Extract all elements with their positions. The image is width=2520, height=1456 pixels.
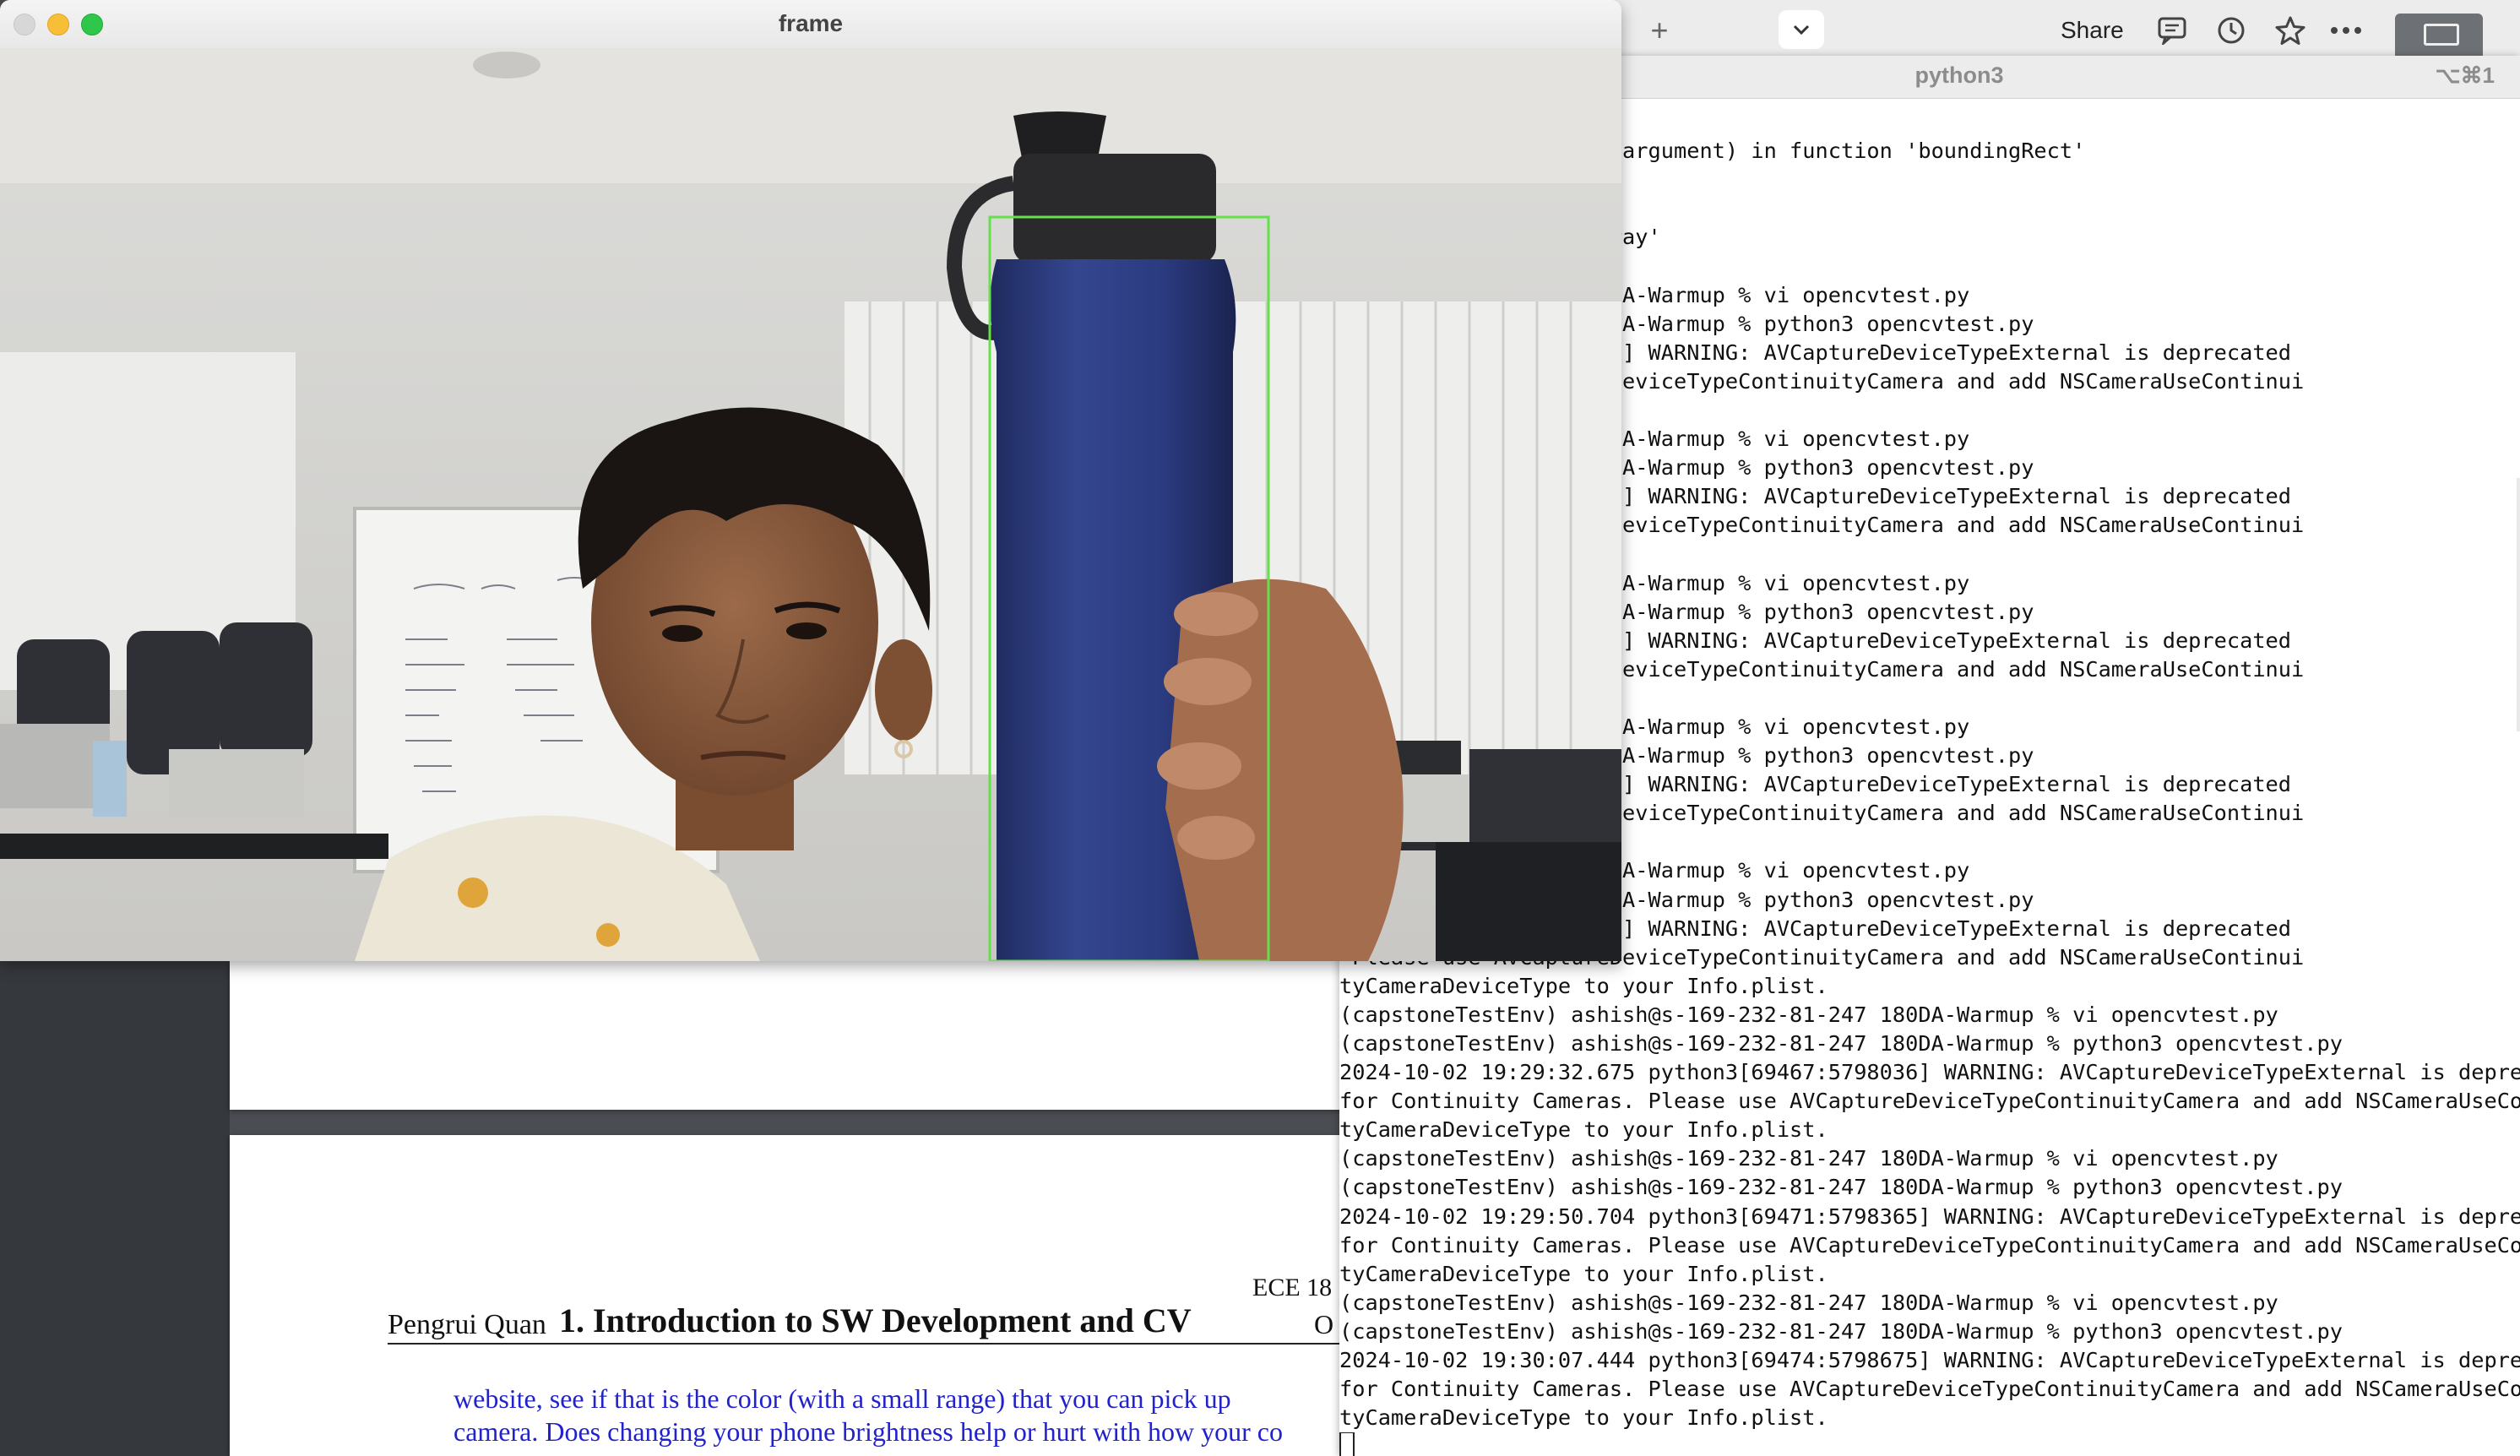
frame-titlebar[interactable]: frame	[0, 0, 1621, 49]
terminal-line: (capstoneTestEnv) ashish@s-169-232-81-24…	[1339, 1031, 2343, 1056]
terminal-prompt-line[interactable]	[1339, 1432, 2520, 1456]
terminal-line: (capstoneTestEnv) ashish@s-169-232-81-24…	[1339, 1175, 2343, 1200]
terminal-line: 2024-10-02 19:29:50.704 python3[69471:57…	[1339, 1203, 2520, 1229]
camera-frame	[0, 48, 1621, 961]
frame-window[interactable]: frame	[0, 0, 1621, 961]
tab-overview-button[interactable]	[1779, 10, 1824, 49]
window-icon	[2424, 24, 2459, 46]
history-icon[interactable]	[2213, 14, 2250, 47]
document-section-title: 1. Introduction to SW Development and CV	[559, 1301, 1192, 1339]
terminal-line: tyCameraDeviceType to your Info.plist.	[1339, 1117, 1828, 1143]
share-button[interactable]: Share	[2061, 14, 2124, 47]
terminal-line: for Continuity Cameras. Please use AVCap…	[1339, 1232, 2520, 1258]
terminal-line: (capstoneTestEnv) ashish@s-169-232-81-24…	[1339, 1318, 2343, 1344]
terminal-line: tyCameraDeviceType to your Info.plist.	[1339, 1405, 1828, 1431]
terminal-cursor	[1339, 1432, 1355, 1456]
comment-icon[interactable]	[2153, 14, 2191, 47]
terminal-line: (capstoneTestEnv) ashish@s-169-232-81-24…	[1339, 1290, 2278, 1315]
chevron-down-icon	[1793, 24, 1810, 35]
document-body-line: website, see if that is the color (with …	[453, 1383, 1231, 1414]
terminal-line: tyCameraDeviceType to your Info.plist.	[1339, 973, 1828, 998]
terminal-shortcut: ⌥⌘1	[2435, 62, 2495, 88]
star-icon[interactable]	[2272, 14, 2309, 47]
terminal-line: 2024-10-02 19:30:07.444 python3[69474:57…	[1339, 1348, 2520, 1373]
terminal-line: tyCameraDeviceType to your Info.plist.	[1339, 1261, 1828, 1286]
terminal-line: (capstoneTestEnv) ashish@s-169-232-81-24…	[1339, 1146, 2278, 1171]
terminal-line: (capstoneTestEnv) ashish@s-169-232-81-24…	[1339, 1002, 2278, 1027]
document-author: Pengrui Quan	[388, 1309, 546, 1340]
document-page	[230, 961, 1412, 1110]
terminal-line: 2024-10-02 19:29:32.675 python3[69467:57…	[1339, 1060, 2520, 1085]
frame-title: frame	[778, 10, 844, 36]
document-header-extra: O	[1314, 1309, 1334, 1339]
terminal-scrollbar[interactable]	[2517, 478, 2520, 731]
document-sidebar	[0, 961, 230, 1456]
more-icon[interactable]	[2327, 14, 2365, 47]
terminal-line: for Continuity Cameras. Please use AVCap…	[1339, 1377, 2520, 1402]
document-header-rule	[388, 1343, 1350, 1345]
new-tab-button[interactable]: +	[1638, 13, 1681, 47]
document-course-header: ECE 18	[1252, 1274, 1333, 1301]
document-body-line: camera. Does changing your phone brightn…	[453, 1416, 1283, 1447]
terminal-line: for Continuity Cameras. Please use AVCap…	[1339, 1089, 2520, 1114]
